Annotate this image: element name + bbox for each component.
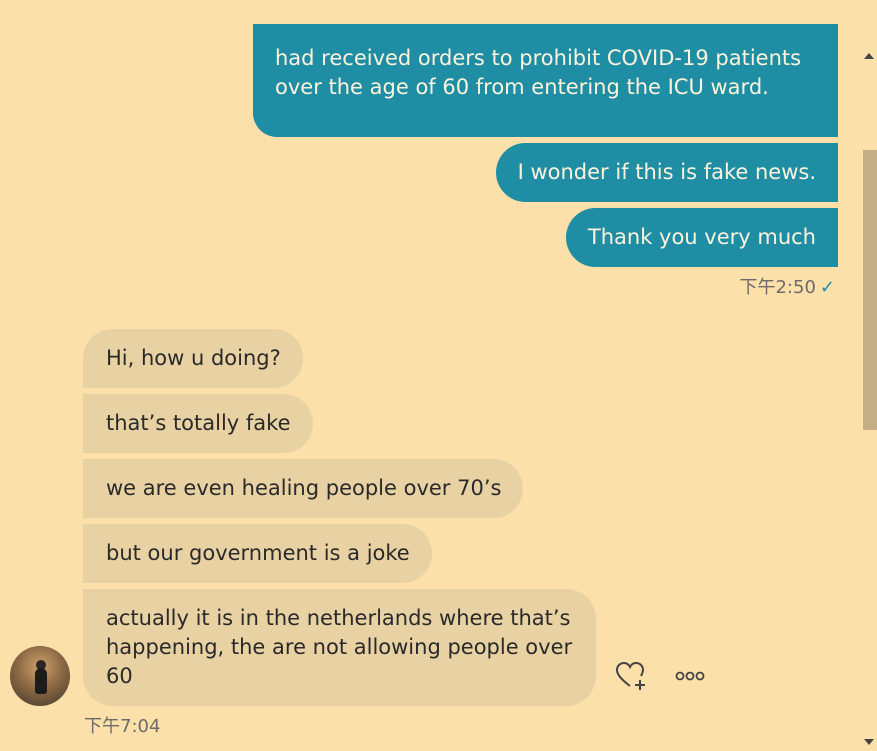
chat-conversation: had received orders to prohibit COVID-19… — [0, 0, 860, 751]
incoming-message[interactable]: Hi, how u doing? — [83, 329, 303, 388]
avatar-figure — [35, 668, 47, 694]
scrollbar-thumb[interactable] — [863, 150, 877, 430]
outgoing-message[interactable]: Thank you very much — [565, 208, 838, 267]
read-check-icon: ✓ — [819, 277, 835, 298]
incoming-message[interactable]: we are even healing people over 70’s — [83, 459, 524, 518]
incoming-message[interactable]: but our government is a joke — [83, 524, 432, 583]
more-options-icon[interactable] — [674, 666, 710, 686]
incoming-message[interactable]: actually it is in the netherlands where … — [83, 589, 596, 706]
incoming-timestamp: 下午7:04 — [84, 716, 161, 737]
scroll-down-arrow-icon[interactable] — [864, 739, 874, 745]
heart-plus-icon[interactable] — [614, 660, 650, 692]
outgoing-message[interactable]: I wonder if this is fake news. — [495, 143, 838, 202]
contact-avatar[interactable] — [10, 646, 70, 706]
timestamp-text: 下午2:50 — [739, 277, 816, 298]
vertical-scrollbar[interactable] — [860, 47, 877, 751]
incoming-message[interactable]: that’s totally fake — [83, 394, 313, 453]
outgoing-message[interactable]: had received orders to prohibit COVID-19… — [253, 24, 838, 137]
scroll-up-arrow-icon[interactable] — [864, 53, 874, 59]
outgoing-timestamp: 下午2:50 ✓ — [739, 273, 835, 299]
